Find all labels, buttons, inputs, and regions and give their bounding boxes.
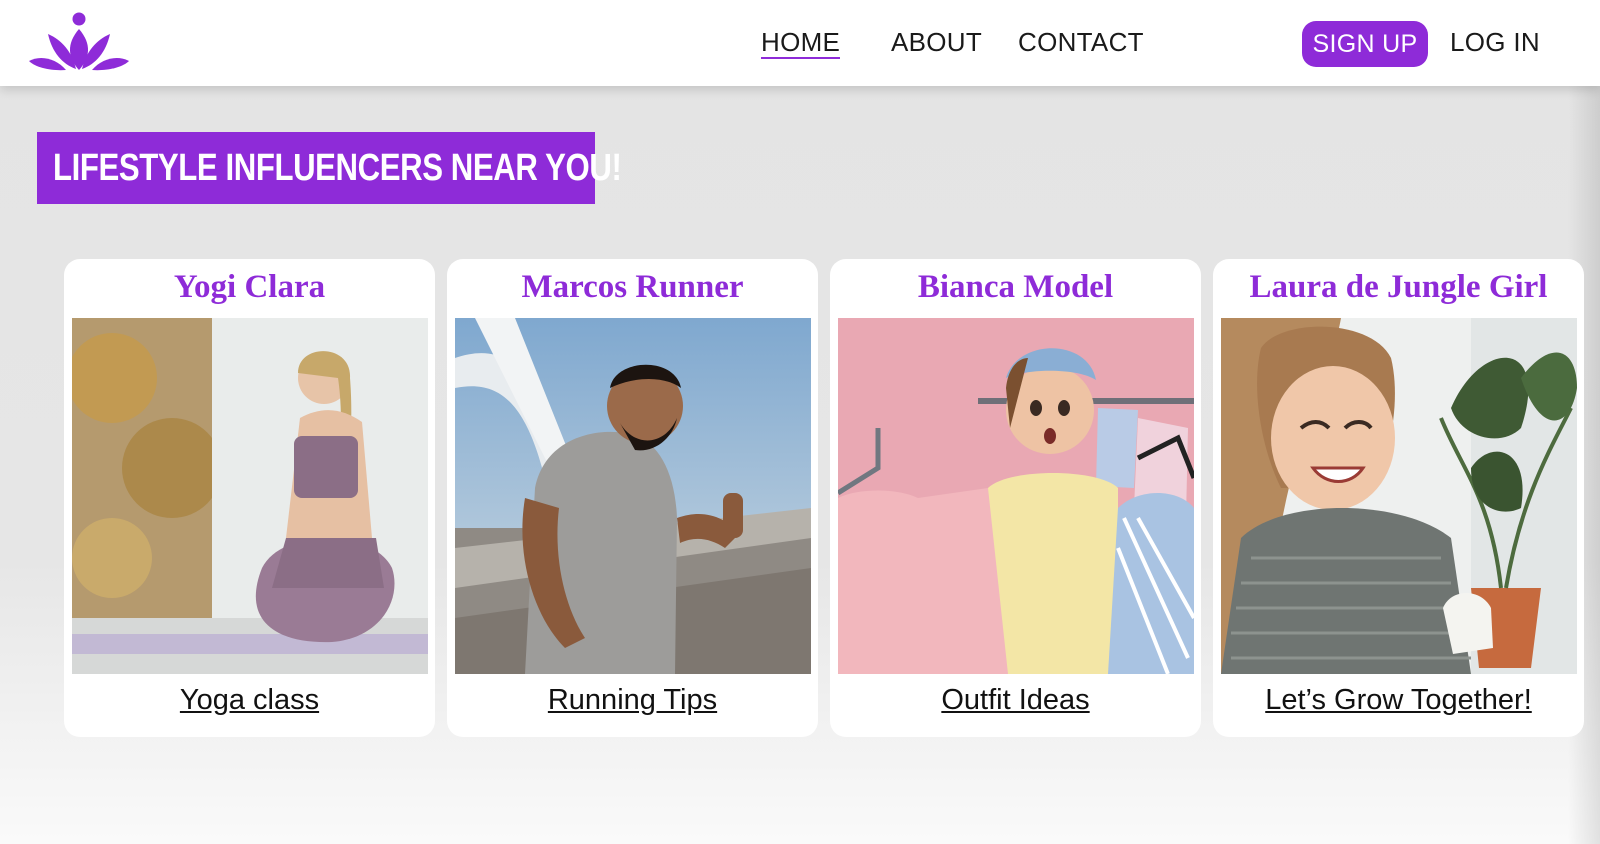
influencer-photo[interactable] xyxy=(455,318,811,674)
influencer-card[interactable]: Yogi Clara Yoga class xyxy=(64,259,435,737)
nav-home-link[interactable]: HOME xyxy=(761,27,841,59)
influencer-name: Laura de Jungle Girl xyxy=(1249,269,1548,305)
lotus-logo-icon[interactable] xyxy=(28,12,130,72)
sign-up-button[interactable]: SIGN UP xyxy=(1302,21,1428,67)
influencer-topic-link[interactable]: Yoga class xyxy=(64,684,435,717)
influencer-photo[interactable] xyxy=(72,318,428,674)
influencer-card[interactable]: Marcos Runner Running Tips xyxy=(447,259,818,737)
nav-contact-link[interactable]: CONTACT xyxy=(1018,27,1144,57)
influencer-name: Marcos Runner xyxy=(521,269,744,305)
influencer-photo[interactable] xyxy=(838,318,1194,674)
influencer-card[interactable]: Bianca Model Outfit Ideas xyxy=(830,259,1201,737)
influencer-photo[interactable] xyxy=(1221,318,1577,674)
influencer-name: Bianca Model xyxy=(917,269,1114,305)
influencer-card[interactable]: Laura de Jungle Girl Let’s Grow Together… xyxy=(1213,259,1584,737)
influencer-topic-link[interactable]: Outfit Ideas xyxy=(830,684,1201,717)
influencer-topic-link[interactable]: Let’s Grow Together! xyxy=(1213,684,1584,717)
top-navbar: HOME ABOUT CONTACT SIGN UP LOG IN xyxy=(0,0,1600,86)
page-title: LIFESTYLE INFLUENCERS NEAR YOU! xyxy=(53,146,622,189)
log-in-link[interactable]: LOG IN xyxy=(1450,27,1540,57)
page-title-banner: LIFESTYLE INFLUENCERS NEAR YOU! xyxy=(37,132,622,204)
influencer-topic-link[interactable]: Running Tips xyxy=(447,684,818,717)
nav-about-link[interactable]: ABOUT xyxy=(891,27,982,57)
influencer-name: Yogi Clara xyxy=(173,269,326,305)
